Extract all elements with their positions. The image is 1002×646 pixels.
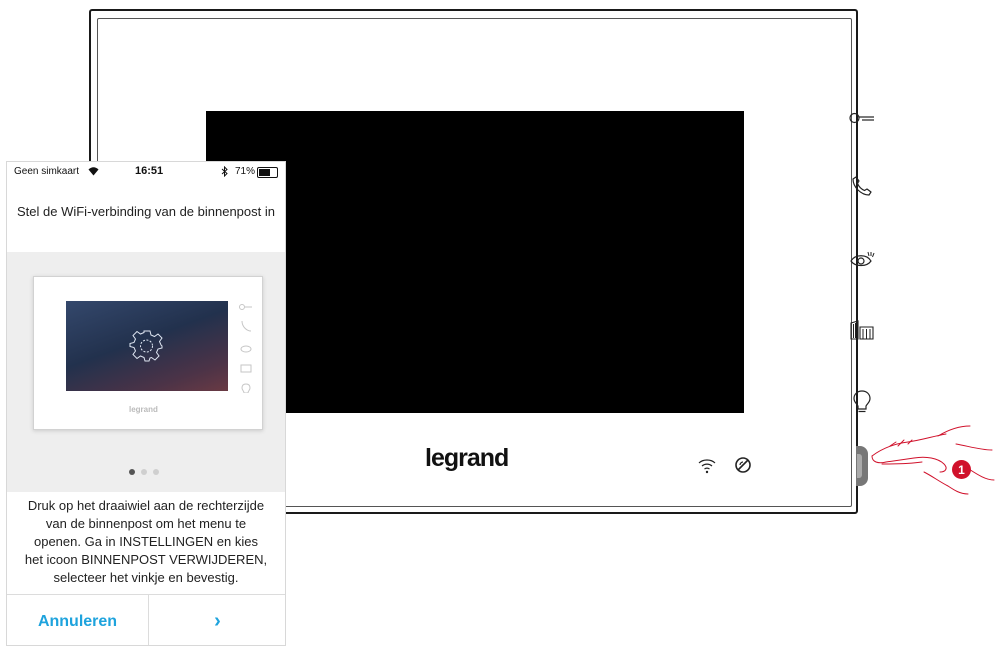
battery-icon bbox=[257, 167, 278, 178]
next-button[interactable]: › bbox=[149, 595, 285, 645]
pagination-dot[interactable] bbox=[141, 469, 147, 475]
intercom-screen bbox=[206, 111, 744, 413]
battery-percentage: 71% bbox=[235, 166, 256, 177]
page-title: Stel de WiFi-verbinding van de binnenpos… bbox=[17, 204, 275, 219]
instruction-line: Druk op het draaiwiel aan de rechterzijd… bbox=[27, 498, 265, 513]
pressing-hand-icon bbox=[868, 420, 1000, 517]
gate-icon[interactable] bbox=[848, 316, 876, 344]
phone-app-screen: Geen simkaart 16:51 71% Stel de WiFi-ver… bbox=[6, 161, 286, 646]
phone-status-bar: Geen simkaart 16:51 71% bbox=[7, 162, 285, 182]
instruction-line: het icoon BINNENPOST VERWIJDEREN, bbox=[24, 552, 268, 567]
illustration-screen bbox=[66, 301, 228, 391]
illustration-logo: legrand bbox=[129, 405, 158, 414]
brand-logo: legrand bbox=[425, 444, 509, 472]
key-icon[interactable] bbox=[848, 104, 876, 132]
instruction-line: van de binnenpost om het menu te bbox=[45, 516, 247, 531]
instruction-line: openen. Ga in INSTELLINGEN en kies bbox=[33, 534, 258, 549]
eye-icon[interactable] bbox=[848, 245, 876, 273]
instruction-text: Druk op het draaiwiel aan de rechterzijd… bbox=[7, 497, 285, 587]
pagination-dot[interactable] bbox=[129, 469, 135, 475]
carousel-pagination[interactable] bbox=[129, 469, 159, 475]
lightbulb-icon[interactable] bbox=[848, 388, 876, 416]
rotary-dial-highlight bbox=[857, 454, 862, 478]
battery-level-fill bbox=[259, 169, 270, 176]
instruction-line: selecteer het vinkje en bevestig. bbox=[53, 570, 239, 585]
pagination-dot[interactable] bbox=[153, 469, 159, 475]
gear-icon bbox=[129, 330, 163, 362]
phone-handset-icon[interactable] bbox=[848, 172, 876, 200]
clock-label: 16:51 bbox=[135, 165, 164, 177]
action-footer: Annuleren › bbox=[7, 594, 285, 645]
illustration-device: legrand bbox=[33, 276, 263, 430]
wifi-icon bbox=[697, 455, 717, 475]
cancel-button[interactable]: Annuleren bbox=[7, 595, 149, 645]
statusbar-wifi-icon bbox=[88, 166, 99, 179]
illustration-side-icons bbox=[239, 304, 252, 393]
carrier-label: Geen simkaart bbox=[14, 166, 80, 177]
step-number-badge: 1 bbox=[952, 460, 971, 479]
do-not-disturb-icon bbox=[733, 455, 753, 475]
bluetooth-icon bbox=[221, 165, 229, 180]
